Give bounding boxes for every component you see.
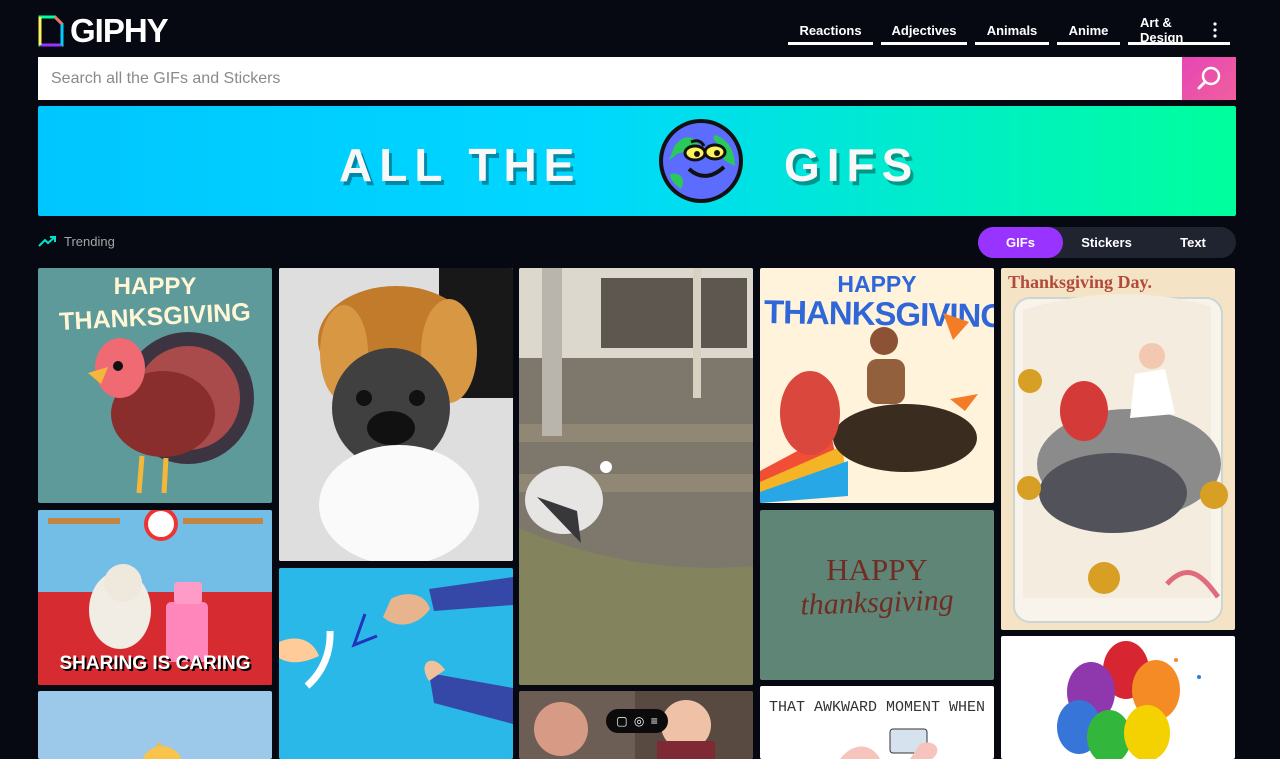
comment-icon[interactable]: ▢	[616, 714, 627, 728]
category-nav: Reactions Adjectives Animals Anime Art &…	[788, 15, 1230, 45]
tab-gifs[interactable]: GIFs	[978, 227, 1063, 258]
menu-icon[interactable]: ≡	[651, 714, 658, 728]
balloons-illustration	[1057, 641, 1201, 759]
nav-adjectives[interactable]: Adjectives	[881, 18, 967, 45]
tab-text[interactable]: Text	[1150, 227, 1236, 258]
gif-tile-vintage-thanksgiving[interactable]: Thanksgiving Day.	[1001, 268, 1235, 630]
turkey-rider-illustration	[760, 313, 978, 503]
gif-tile-thanksgiving-turkey[interactable]: HAPPY THANKSGIVING	[38, 268, 272, 503]
gif-tile-chicken-yard[interactable]	[519, 268, 753, 685]
sun-illustration	[142, 741, 182, 759]
gif-tile-hands-party[interactable]	[279, 568, 513, 759]
gif-tile-balloons[interactable]	[1001, 636, 1235, 759]
top-header: GIPHY Reactions Adjectives Animals Anime…	[0, 0, 1280, 56]
chicken-yard-photo	[519, 268, 753, 685]
globe-mascot-icon	[659, 119, 743, 203]
nav-more-button[interactable]	[1201, 18, 1229, 45]
trending-up-icon	[38, 235, 56, 247]
search-icon	[1197, 66, 1220, 90]
gif-tile-thanksgiving-rider[interactable]: HAPPY THANKSGIVING	[760, 268, 994, 503]
vertical-ellipsis-icon	[1213, 22, 1217, 38]
trending-label: Trending	[38, 234, 115, 249]
search-button[interactable]	[1182, 57, 1236, 100]
search-bar	[38, 57, 1236, 100]
gif-tile-bottom-left[interactable]	[38, 691, 272, 759]
gif-tile-dog-turkey-hat[interactable]	[279, 268, 513, 561]
gif-actions-pill: ▢ ◎ ≡	[606, 709, 668, 733]
tile-caption: SHARING IS CARING	[59, 653, 251, 674]
turkey-illustration	[88, 332, 254, 494]
banner-left-text: ALL THE	[339, 139, 582, 191]
trending-text: Trending	[64, 234, 115, 249]
promo-banner[interactable]: ALL THE GIFS	[38, 106, 1236, 216]
banner-right-text: GIFS	[784, 139, 920, 191]
gif-tile-happy-thanksgiving-script[interactable]: HAPPY thanksgiving	[760, 510, 994, 680]
hands-illustration	[279, 568, 513, 759]
nav-animals[interactable]: Animals	[975, 18, 1049, 45]
tile-heading: thanksgiving	[799, 583, 955, 622]
content-type-toggle: GIFs Stickers Text	[978, 227, 1236, 258]
link-icon[interactable]: ◎	[634, 714, 644, 728]
brand-name: GIPHY	[70, 12, 169, 49]
nav-reactions[interactable]: Reactions	[788, 18, 873, 45]
nav-anime[interactable]: Anime	[1057, 18, 1120, 45]
tab-stickers[interactable]: Stickers	[1063, 227, 1150, 258]
search-input[interactable]	[38, 57, 1182, 100]
giphy-logo-icon	[38, 15, 64, 47]
gif-tile-awkward-moment[interactable]: THAT AWKWARD MOMENT WHEN	[760, 686, 994, 759]
hand-phone-illustration	[840, 728, 938, 759]
gif-tile-sharing-is-caring[interactable]: SHARING IS CARING	[38, 510, 272, 685]
vintage-turkey-card	[1013, 294, 1228, 623]
dog-turkey-hat-photo	[279, 268, 513, 561]
giphy-logo[interactable]: GIPHY	[38, 12, 169, 49]
